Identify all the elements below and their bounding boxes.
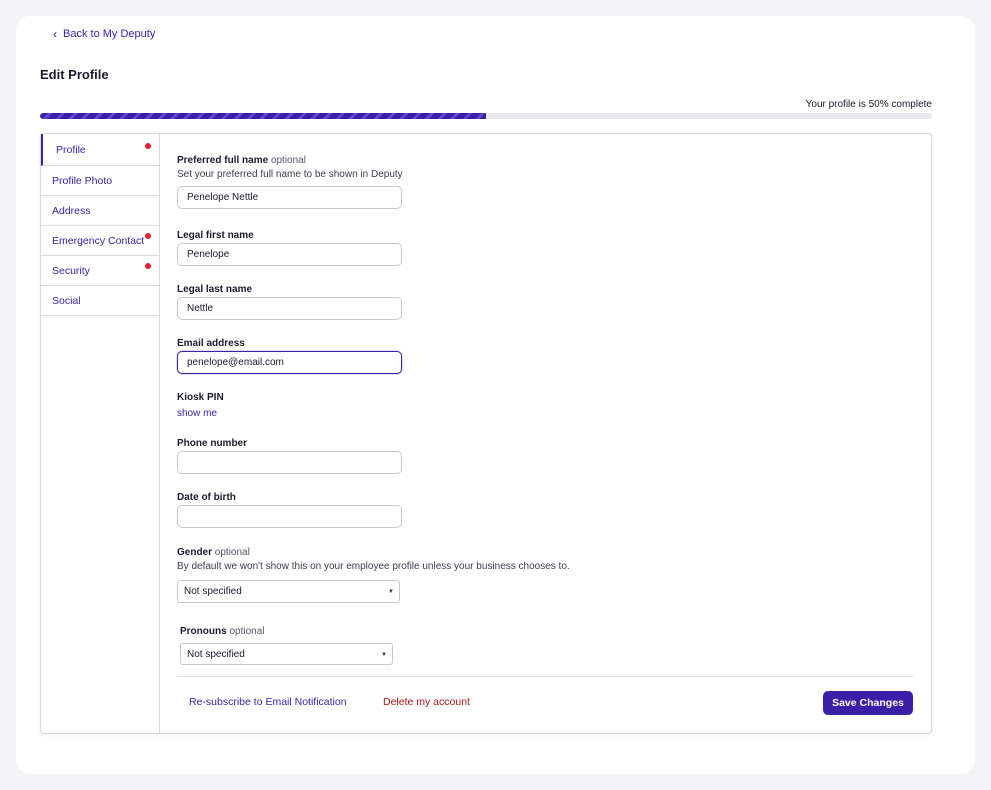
gender-select[interactable]: Not specified ▼ (177, 580, 400, 603)
alert-dot-icon (145, 263, 151, 269)
dob-input[interactable] (177, 505, 402, 528)
progress-bar (40, 113, 932, 119)
optional-tag: optional (229, 626, 265, 637)
sidebar-item-label: Profile (56, 143, 86, 156)
progress-text: Your profile is 50% complete (805, 99, 932, 110)
email-label: Email address (177, 338, 245, 349)
sidebar-item-emergency-contact[interactable]: Emergency Contact (41, 226, 159, 256)
kiosk-pin-label: Kiosk PIN (177, 392, 224, 403)
preferred-name-help: Set your preferred full name to be shown… (177, 169, 403, 180)
phone-field: Phone number (177, 438, 402, 474)
sidebar-item-social[interactable]: Social (41, 286, 159, 316)
preferred-name-label: Preferred full name optional (177, 155, 403, 166)
dob-label: Date of birth (177, 492, 236, 503)
pronouns-field: Pronouns optional (180, 626, 264, 637)
email-input[interactable] (177, 351, 402, 374)
gender-help: By default we won't show this on your em… (177, 561, 570, 572)
optional-tag: optional (270, 155, 306, 166)
phone-input[interactable] (177, 451, 402, 474)
first-name-field: Legal first name (177, 230, 402, 266)
sidebar-item-address[interactable]: Address (41, 196, 159, 226)
pronouns-select-value: Not specified (187, 648, 245, 660)
back-link-label: Back to My Deputy (63, 28, 156, 40)
page-card: ‹ Back to My Deputy Edit Profile Your pr… (16, 16, 975, 774)
profile-panel: Profile Profile Photo Address Emergency … (40, 133, 932, 734)
caret-down-icon: ▼ (381, 652, 387, 658)
sidebar-item-security[interactable]: Security (41, 256, 159, 286)
show-pin-link[interactable]: show me (177, 408, 224, 419)
back-link[interactable]: ‹ Back to My Deputy (53, 28, 155, 40)
gender-field: Gender optional By default we won't show… (177, 547, 570, 572)
sidebar-item-label: Social (52, 294, 81, 307)
footer-divider (177, 676, 913, 677)
page-title: Edit Profile (40, 67, 109, 82)
last-name-input[interactable] (177, 297, 402, 320)
gender-label-text: Gender (177, 547, 213, 558)
delete-account-link[interactable]: Delete my account (383, 696, 470, 708)
preferred-name-label-text: Preferred full name (177, 155, 269, 166)
sidebar-item-label: Address (52, 204, 91, 217)
dob-field: Date of birth (177, 492, 402, 528)
alert-dot-icon (145, 143, 151, 149)
last-name-field: Legal last name (177, 284, 402, 320)
alert-dot-icon (145, 233, 151, 239)
progress-fill (40, 113, 486, 119)
pronouns-label: Pronouns optional (180, 626, 264, 637)
sidebar-item-label: Profile Photo (52, 174, 113, 187)
first-name-label: Legal first name (177, 230, 254, 241)
chevron-left-icon: ‹ (53, 27, 57, 41)
caret-down-icon: ▼ (388, 589, 394, 595)
resubscribe-link[interactable]: Re-subscribe to Email Notification (189, 696, 347, 708)
profile-sidebar: Profile Profile Photo Address Emergency … (41, 134, 160, 733)
save-changes-button[interactable]: Save Changes (823, 691, 913, 715)
optional-tag: optional (214, 547, 250, 558)
sidebar-item-label: Emergency Contact (52, 234, 145, 247)
sidebar-item-profile[interactable]: Profile (41, 134, 159, 166)
email-field: Email address (177, 338, 402, 374)
preferred-name-field: Preferred full name optional Set your pr… (177, 155, 403, 209)
gender-select-value: Not specified (184, 586, 242, 597)
pronouns-label-text: Pronouns (180, 626, 227, 637)
kiosk-pin-field: Kiosk PIN show me (177, 392, 224, 419)
preferred-name-input[interactable] (177, 186, 402, 209)
gender-label: Gender optional (177, 547, 570, 558)
sidebar-item-profile-photo[interactable]: Profile Photo (41, 166, 159, 196)
pronouns-select[interactable]: Not specified ▼ (180, 643, 393, 665)
phone-label: Phone number (177, 438, 248, 449)
first-name-input[interactable] (177, 243, 402, 266)
last-name-label: Legal last name (177, 284, 253, 295)
sidebar-item-label: Security (52, 264, 90, 277)
